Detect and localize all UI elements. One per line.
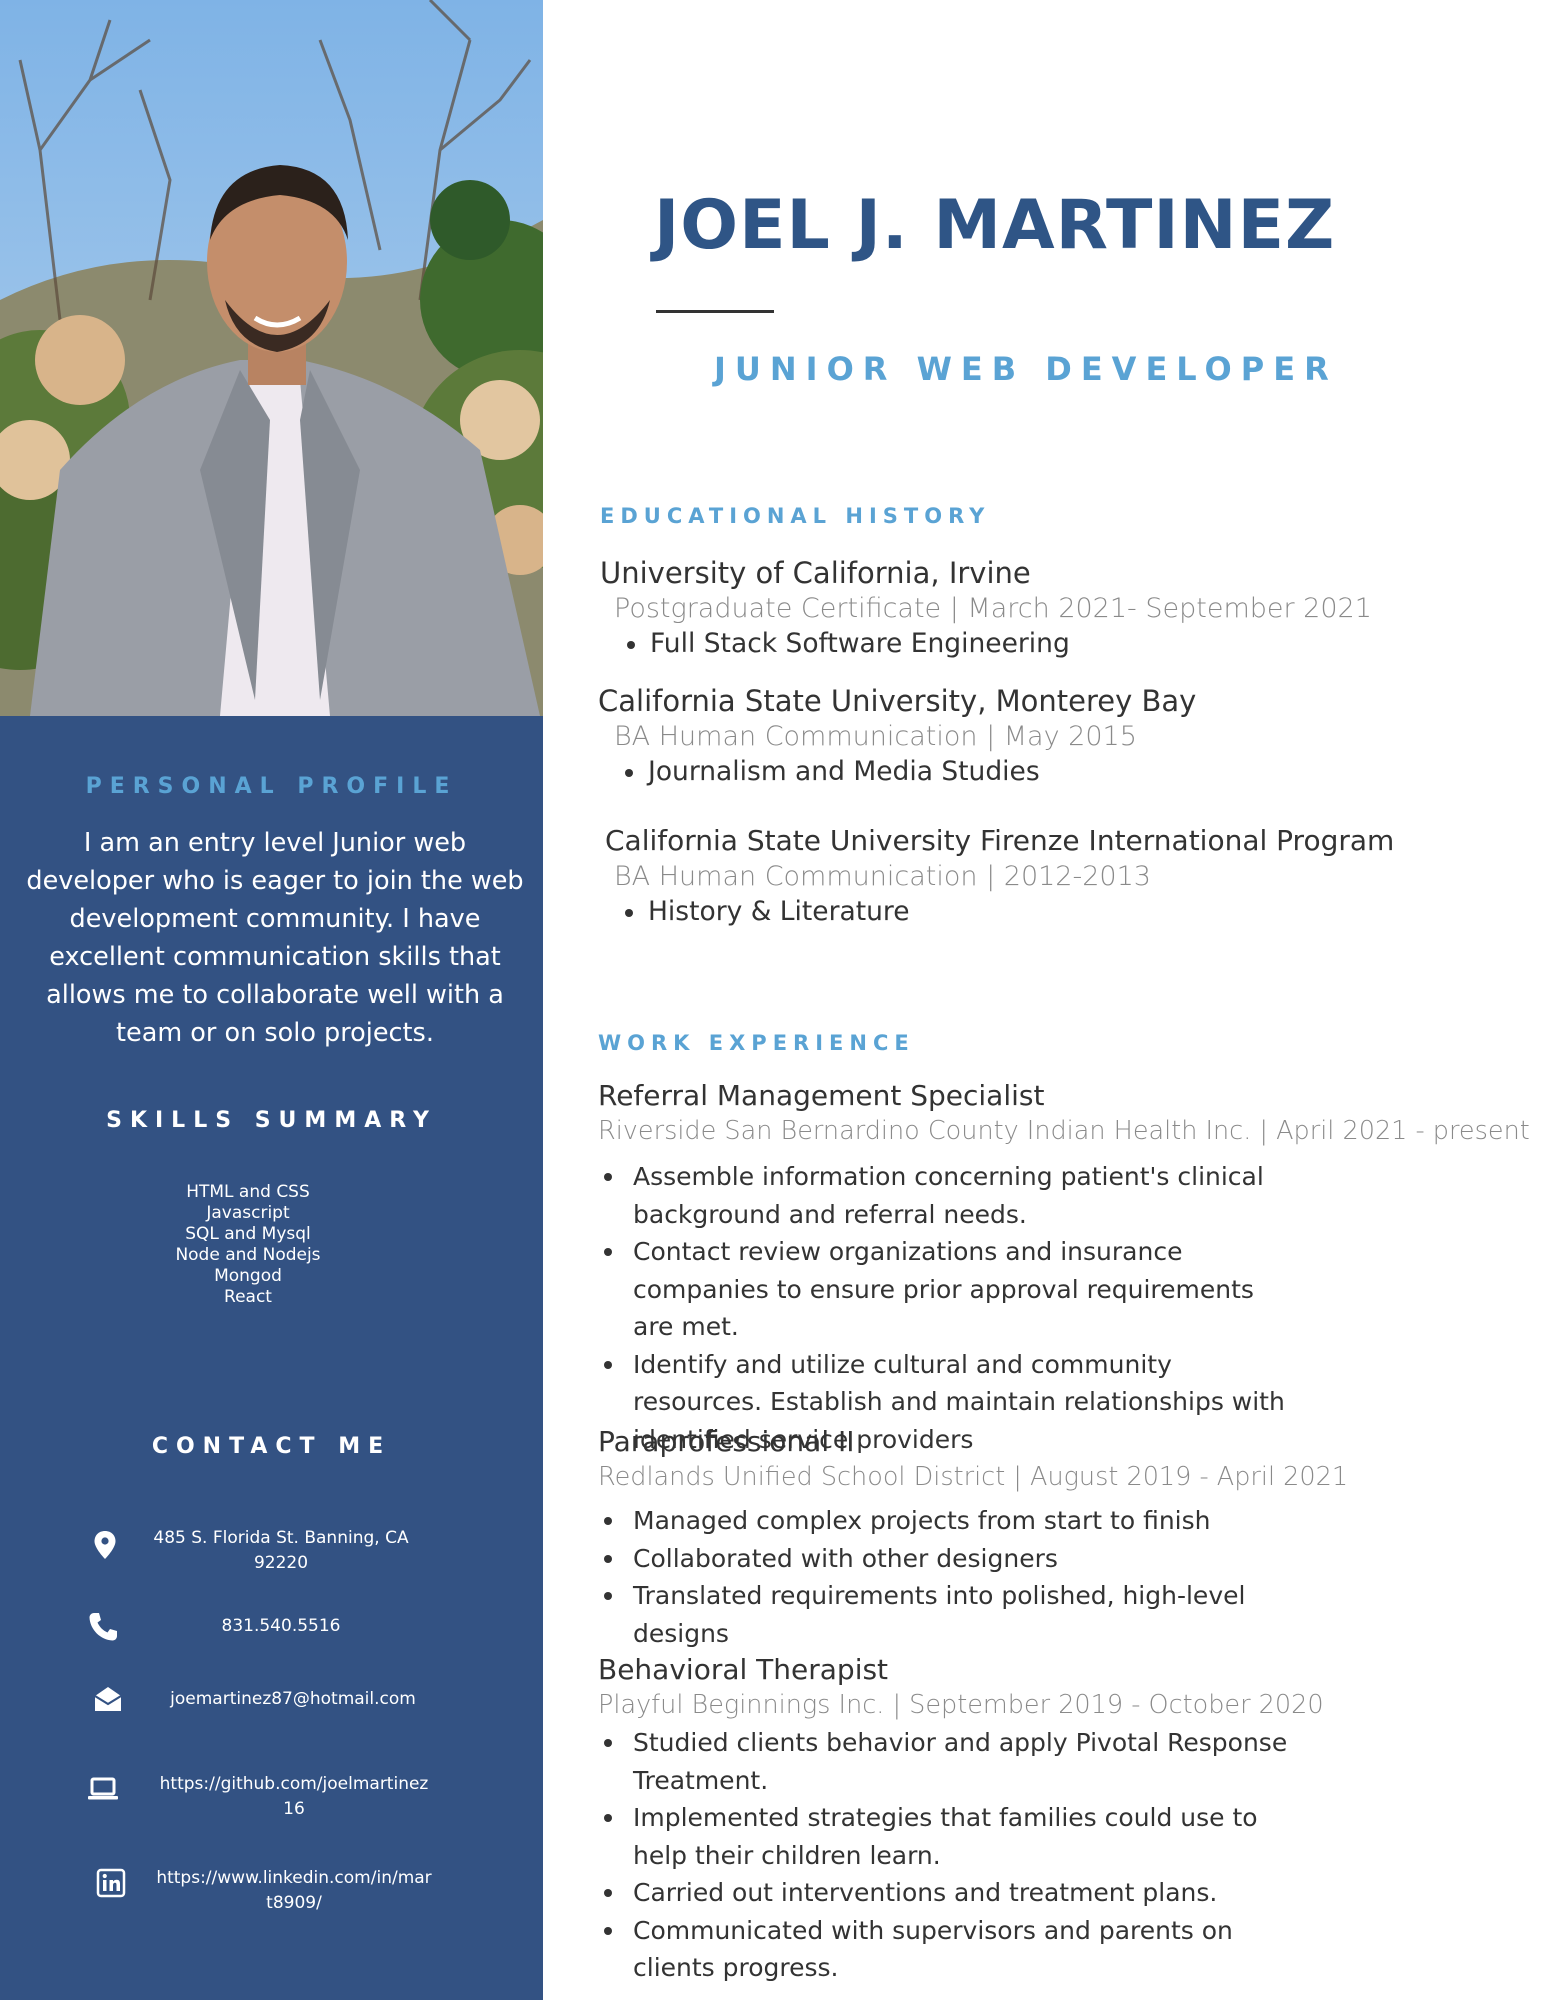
job-detail: Redlands Unified School District | Augus… bbox=[598, 1462, 1349, 1492]
school-name: California State University, Monterey Ba… bbox=[598, 684, 1197, 718]
job-entry: Referral Management Specialist Riverside… bbox=[598, 1078, 1530, 1458]
sidebar: PERSONAL PROFILE I am an entry level Jun… bbox=[0, 0, 543, 2000]
job-title: Referral Management Specialist bbox=[598, 1079, 1045, 1112]
school-name: University of California, Irvine bbox=[600, 556, 1031, 590]
personal-profile-text: I am an entry level Junior web developer… bbox=[26, 828, 524, 1048]
contact-me-heading: CONTACT ME bbox=[151, 1434, 392, 1459]
linkedin-icon bbox=[94, 1866, 128, 1900]
degree-detail: Postgraduate Certificate | March 2021- S… bbox=[614, 593, 1372, 624]
skills-summary-heading: SKILLS SUMMARY bbox=[106, 1108, 437, 1133]
list-item: Assemble information concerning patient'… bbox=[598, 1158, 1293, 1233]
list-item: Studied clients behavior and apply Pivot… bbox=[598, 1724, 1293, 1799]
job-bullets: Studied clients behavior and apply Pivot… bbox=[598, 1724, 1324, 1987]
skill-item: Javascript bbox=[206, 1203, 290, 1223]
list-item: Full Stack Software Engineering bbox=[616, 626, 1372, 662]
candidate-name: JOEL J. MARTINEZ bbox=[654, 186, 1336, 265]
candidate-job-title: JUNIOR WEB DEVELOPER bbox=[714, 350, 1338, 388]
phone-text[interactable]: 831.540.5516 bbox=[150, 1614, 412, 1639]
education-bullets: History & Literature bbox=[614, 894, 1394, 930]
phone-icon bbox=[86, 1610, 120, 1644]
email-text[interactable]: joemartinez87@hotmail.com bbox=[150, 1687, 436, 1712]
job-entry: Behavioral Therapist Playful Beginnings … bbox=[598, 1652, 1324, 1987]
list-item: Carried out interventions and treatment … bbox=[598, 1874, 1293, 1912]
education-entry: University of California, Irvine Postgra… bbox=[600, 554, 1372, 662]
skill-item: Node and Nodejs bbox=[175, 1245, 321, 1265]
list-item: Contact review organizations and insuran… bbox=[598, 1233, 1293, 1346]
github-link[interactable]: https://github.com/joelmartinez16 bbox=[156, 1772, 432, 1822]
education-bullets: Full Stack Software Engineering bbox=[616, 626, 1372, 662]
list-item: Journalism and Media Studies bbox=[614, 754, 1196, 790]
educational-history-heading: EDUCATIONAL HISTORY bbox=[600, 504, 991, 528]
laptop-icon bbox=[86, 1772, 120, 1806]
skill-item: HTML and CSS bbox=[186, 1182, 310, 1202]
skills-list: HTML and CSS Javascript SQL and Mysql No… bbox=[148, 1182, 348, 1308]
degree-detail: BA Human Communication | May 2015 bbox=[614, 721, 1137, 752]
skill-item: Mongod bbox=[214, 1266, 282, 1286]
school-name: California State University Firenze Inte… bbox=[605, 824, 1395, 857]
education-bullets: Journalism and Media Studies bbox=[614, 754, 1196, 790]
profile-photo bbox=[0, 0, 543, 716]
address-text: 485 S. Florida St. Banning, CA 92220 bbox=[153, 1528, 409, 1573]
degree-detail: BA Human Communication | 2012-2013 bbox=[614, 861, 1151, 892]
education-entry: California State University, Monterey Ba… bbox=[598, 682, 1196, 790]
job-bullets: Managed complex projects from start to f… bbox=[598, 1502, 1348, 1652]
skill-item: SQL and Mysql bbox=[185, 1224, 311, 1244]
list-item: Implemented strategies that families cou… bbox=[598, 1799, 1293, 1874]
list-item: Managed complex projects from start to f… bbox=[598, 1502, 1293, 1540]
personal-profile-heading: PERSONAL PROFILE bbox=[85, 774, 458, 799]
name-divider bbox=[656, 310, 774, 313]
skill-item: React bbox=[224, 1287, 272, 1307]
education-entry: California State University Firenze Inte… bbox=[605, 822, 1394, 930]
job-detail: Playful Beginnings Inc. | September 2019… bbox=[598, 1690, 1324, 1720]
list-item: Translated requirements into polished, h… bbox=[598, 1577, 1293, 1652]
work-experience-heading: WORK EXPERIENCE bbox=[598, 1031, 915, 1055]
job-entry: Paraprofessional II Redlands Unified Sch… bbox=[598, 1424, 1348, 1652]
linkedin-link[interactable]: https://www.linkedin.com/in/mart8909/ bbox=[156, 1866, 432, 1916]
envelope-icon bbox=[91, 1683, 125, 1717]
job-bullets: Assemble information concerning patient'… bbox=[598, 1158, 1530, 1458]
job-detail: Riverside San Bernardino County Indian H… bbox=[598, 1116, 1530, 1146]
list-item: Communicated with supervisors and parent… bbox=[598, 1912, 1293, 1987]
list-item: Collaborated with other designers bbox=[598, 1540, 1293, 1578]
job-title: Paraprofessional II bbox=[598, 1425, 855, 1458]
list-item: History & Literature bbox=[614, 894, 1394, 930]
job-title: Behavioral Therapist bbox=[598, 1653, 889, 1686]
location-pin-icon bbox=[88, 1528, 122, 1562]
